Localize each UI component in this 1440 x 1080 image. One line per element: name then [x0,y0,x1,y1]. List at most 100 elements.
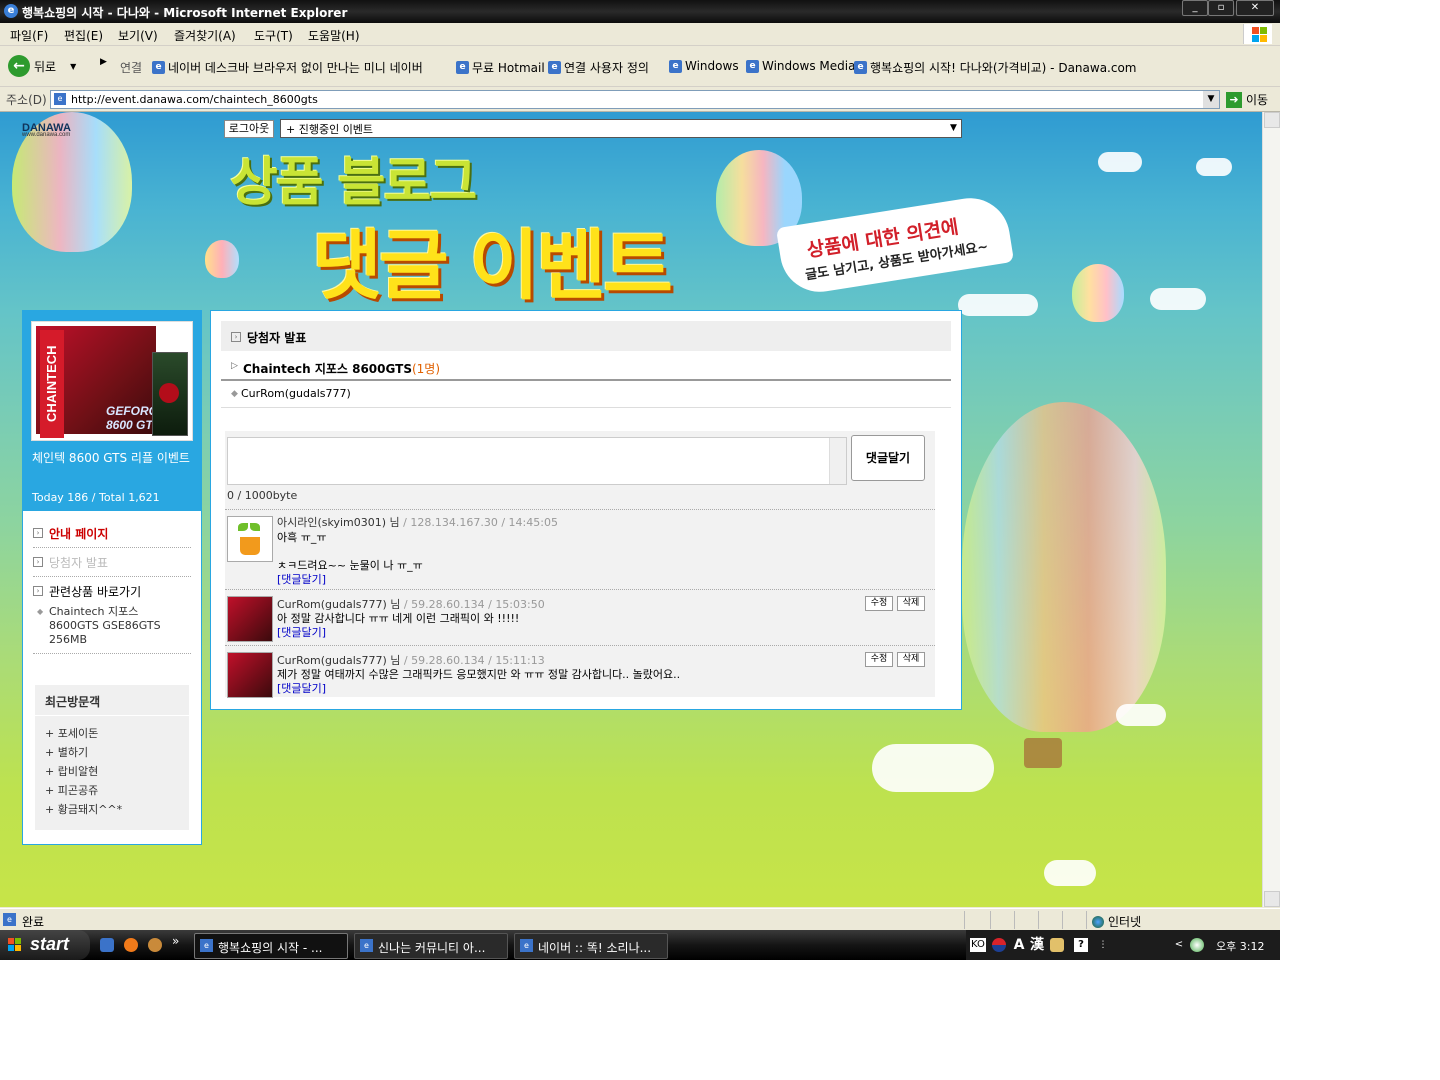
close-button[interactable]: ✕ [1236,0,1274,16]
menu-view[interactable]: 보기(V) [118,27,158,44]
status-text: 완료 [22,915,45,929]
submit-comment-button[interactable]: 댓글달기 [851,435,925,481]
comment-author[interactable]: 아시라인(skyim0301) 님 [277,516,400,529]
recent-visitors-title: 최근방문객 [45,695,101,709]
task-button-naver[interactable]: e 네이버 :: 똑! 소리나... [514,933,668,959]
delete-button[interactable]: 삭제 [897,652,925,667]
quicklaunch-messenger-icon[interactable] [148,938,162,952]
visitor-item[interactable]: + 별하기 [45,744,122,763]
avatar[interactable] [227,516,273,562]
comment-text: 제가 정말 여태까지 수많은 그래픽카드 응모했지만 와 ㅠㅠ 정말 감사합니다… [277,668,681,681]
link-windows[interactable]: e Windows [669,59,739,73]
task-button-danawa[interactable]: e 행복쇼핑의 시작 - ... [194,933,348,959]
visitor-item[interactable]: + 포세이돈 [45,725,122,744]
menu-tools[interactable]: 도구(T) [254,27,293,44]
link-naver-deskbar[interactable]: e 네이버 데스크바 브라우저 없이 만나는 미니 네이버 [152,59,423,76]
korean-ime-icon[interactable] [992,938,1006,952]
link-danawa[interactable]: e 행복쇼핑의 시작! 다나와(가격비교) - Danawa.com [854,59,1137,76]
ime-lang-icon[interactable]: KO [970,938,986,952]
back-label: 뒤로 [34,59,57,74]
reply-link[interactable]: [댓글달기] [277,571,326,587]
quicklaunch-ie-icon[interactable] [100,938,114,952]
link-customize[interactable]: e 연결 사용자 정의 [548,59,649,76]
box-brand-text: CHAINTECH [40,330,64,438]
reply-link[interactable]: [댓글달기] [277,624,326,640]
scroll-down-icon[interactable] [1264,891,1280,907]
comment-item: CurRom(gudals777) 님 / 59.28.60.134 / 15:… [225,645,935,698]
ime-tool-icon[interactable] [1050,938,1064,952]
sidebar-item-related[interactable]: › 관련상품 바로가기 [33,577,191,605]
avatar[interactable] [227,652,273,698]
start-button[interactable]: start [0,930,90,960]
balloon-basket-icon [1024,738,1062,768]
related-product-link[interactable]: ◆ Chaintech 지포스 8600GTS GSE86GTS 256MB [33,605,191,654]
comment-meta: 아시라인(skyim0301) 님 / 128.134.167.30 / 14:… [277,514,558,530]
textarea-scrollbar[interactable] [829,438,846,484]
cloud-decoration [1098,152,1142,172]
help-icon[interactable]: ? [1074,938,1088,952]
go-button[interactable]: ➜ 이동 [1226,91,1268,108]
link-windows-media[interactable]: e Windows Media [746,59,855,73]
sidebar-item-label: 관련상품 바로가기 [49,584,142,599]
menu-file[interactable]: 파일(F) [10,27,48,44]
winner-product-row: ▷ Chaintech 지포스 8600GTS(1명) [221,355,951,381]
task-button-community[interactable]: e 신나는 커뮤니티 아... [354,933,508,959]
hanja-icon[interactable]: 漢 [1030,938,1044,952]
page-scrollbar[interactable] [1262,112,1280,907]
toolbar-overflow-icon[interactable]: ▶ [100,57,107,67]
clock: 오후 3:12 [1216,940,1265,953]
sidebar-item-guide[interactable]: › 안내 페이지 [33,519,191,548]
visitor-item[interactable]: + 랍비알현 [45,763,122,782]
menu-edit[interactable]: 편집(E) [64,27,103,44]
window-titlebar[interactable]: e 행복쇼핑의 시작 - 다나와 - Microsoft Internet Ex… [0,0,1280,23]
sidebar-menu: › 안내 페이지 › 당첨자 발표 › 관련상품 바로가기 ◆ Chaintec… [33,519,191,654]
windows-logo-icon [1243,24,1272,44]
ime-a-icon[interactable]: A [1012,938,1026,952]
address-input[interactable]: e http://event.danawa.com/chaintech_8600… [50,90,1220,109]
delete-button[interactable]: 삭제 [897,596,925,611]
tray-expand-icon[interactable]: < [1172,938,1186,952]
comment-textarea[interactable] [227,437,847,485]
scroll-up-icon[interactable] [1264,112,1280,128]
maximize-button[interactable]: ▫ [1208,0,1234,16]
section-header: › 당첨자 발표 [221,321,951,351]
related-product-name: Chaintech 지포스 8600GTS GSE86GTS 256MB [49,605,161,646]
visitor-item[interactable]: + 피곤공쥬 [45,782,122,801]
reply-link[interactable]: [댓글달기] [277,680,326,696]
menu-help[interactable]: 도움말(H) [308,27,360,44]
product-name[interactable]: 체인텍 8600 GTS 리플 이벤트 [32,451,192,466]
ie-page-icon: e [54,93,66,105]
quicklaunch-firefox-icon[interactable] [124,938,138,952]
back-button[interactable]: ← 뒤로 ▼ [8,55,76,77]
ie-page-icon: e [456,61,469,74]
ime-settings-icon[interactable]: ⋮ [1096,938,1110,952]
product-image[interactable]: CHAINTECH GEFORCE 8600 GTS [31,321,193,441]
zone-label: 인터넷 [1108,915,1142,929]
chevron-down-icon[interactable]: ▼ [1203,91,1219,108]
cloud-decoration [1116,704,1166,726]
edit-button[interactable]: 수정 [865,596,893,611]
logout-button[interactable]: 로그아웃 [224,120,274,138]
avatar[interactable] [227,596,273,642]
chevron-down-icon[interactable]: ▼ [70,62,76,71]
link-hotmail[interactable]: e 무료 Hotmail [456,59,545,76]
menu-favorites[interactable]: 즐겨찾기(A) [174,27,236,44]
graphics-card-icon [152,352,188,436]
comment-text: 아흑 ㅠ_ㅠ [277,531,327,544]
network-icon[interactable] [1190,938,1204,952]
address-url[interactable]: http://event.danawa.com/chaintech_8600gt… [71,93,318,106]
arrow-box-icon: › [33,557,43,567]
minimize-button[interactable]: _ [1182,0,1208,16]
ie-page-icon: e [746,59,759,73]
screen: e 행복쇼핑의 시작 - 다나와 - Microsoft Internet Ex… [0,0,1280,960]
chevron-down-icon[interactable]: ▼ [946,120,961,137]
danawa-logo[interactable]: DANAWA www.danawa.com [22,122,71,138]
security-zone: 인터넷 [1092,913,1141,930]
visitor-item[interactable]: + 황금돼지^^* [45,801,122,820]
address-label: 주소(D) [6,93,47,107]
event-select-value: + 진행중인 이벤트 [286,123,374,136]
event-select[interactable]: + 진행중인 이벤트 ▼ [280,119,962,138]
edit-button[interactable]: 수정 [865,652,893,667]
quicklaunch-more-icon[interactable]: » [172,934,179,948]
sidebar-item-winners[interactable]: › 당첨자 발표 [33,548,191,577]
